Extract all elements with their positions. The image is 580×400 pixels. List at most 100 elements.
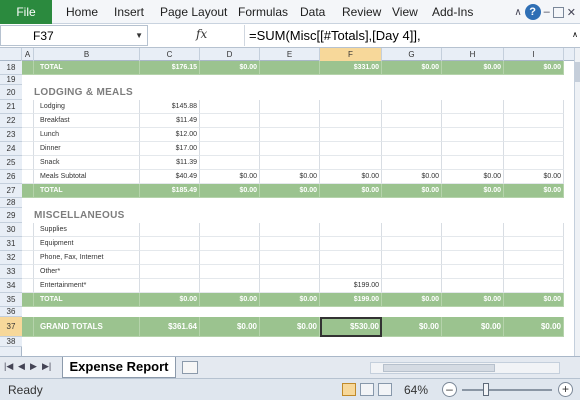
insert-sheet-icon[interactable] [182,361,198,374]
value-cell[interactable]: $0.00 [260,184,320,198]
value-cell[interactable] [442,100,504,114]
value-cell[interactable] [260,251,320,265]
value-cell[interactable]: $40.49 [140,170,200,184]
minimize-icon[interactable]: – [544,6,550,18]
chevron-down-icon[interactable]: ▼ [135,26,143,46]
tab-formulas[interactable]: Formulas [238,0,288,24]
column-header-e[interactable]: E [260,48,320,61]
value-cell[interactable] [320,223,382,237]
column-header-d[interactable]: D [200,48,260,61]
value-cell[interactable]: $199.00 [320,279,382,293]
value-cell[interactable] [200,100,260,114]
row-header-34[interactable]: 34 [0,279,22,293]
zoom-level[interactable]: 64% [404,383,428,397]
value-cell[interactable] [200,114,260,128]
value-cell[interactable]: $0.00 [260,170,320,184]
help-icon[interactable]: ? [524,4,541,20]
zoom-slider[interactable] [462,389,552,391]
zoom-slider-thumb[interactable] [483,383,489,396]
value-cell[interactable]: $331.00 [320,61,382,75]
formula-expand-icon[interactable]: ∧ [572,30,578,39]
value-cell[interactable]: $185.49 [140,184,200,198]
tab-home[interactable]: Home [66,0,98,24]
cell[interactable] [22,156,34,170]
value-cell[interactable]: $0.00 [200,317,260,337]
value-cell[interactable] [140,265,200,279]
row-header-30[interactable]: 30 [0,223,22,237]
value-cell[interactable] [320,237,382,251]
value-cell[interactable] [260,128,320,142]
value-cell[interactable]: $0.00 [320,170,382,184]
value-cell[interactable]: $0.00 [442,61,504,75]
selected-cell-f37[interactable]: $530.00 [320,317,382,337]
value-cell[interactable] [504,223,564,237]
value-cell[interactable] [442,237,504,251]
row-label-cell[interactable]: Lodging [34,100,140,114]
column-header-b[interactable]: B [34,48,140,61]
tab-add-ins[interactable]: Add-Ins [432,0,473,24]
value-cell[interactable]: $0.00 [140,293,200,307]
sheet-tab-expense-report[interactable]: Expense Report [62,357,176,378]
first-sheet-icon[interactable]: |◀ [4,361,13,372]
value-cell[interactable] [320,265,382,279]
value-cell[interactable]: $0.00 [320,184,382,198]
scrollbar-thumb[interactable] [575,62,580,82]
value-cell[interactable] [260,237,320,251]
cell[interactable] [22,237,34,251]
value-cell[interactable] [200,142,260,156]
value-cell[interactable]: $0.00 [260,317,320,337]
prev-sheet-icon[interactable]: ◀ [18,361,25,372]
tab-file[interactable]: File [0,0,52,24]
ribbon-collapse-icon[interactable]: ∧ [514,7,521,18]
value-cell[interactable] [382,114,442,128]
row-label-cell[interactable]: TOTAL [34,184,140,198]
fx-icon[interactable]: fx [196,27,207,41]
value-cell[interactable] [504,279,564,293]
page-break-view-icon[interactable] [378,383,392,396]
column-header-a[interactable]: A [22,48,34,61]
row-header-33[interactable]: 33 [0,265,22,279]
row-header-31[interactable]: 31 [0,237,22,251]
value-cell[interactable] [260,142,320,156]
value-cell[interactable] [140,223,200,237]
normal-view-icon[interactable] [342,383,356,396]
value-cell[interactable] [504,100,564,114]
select-all-corner[interactable] [0,48,22,61]
cell[interactable] [22,142,34,156]
row-header-37[interactable]: 37 [0,317,22,337]
cell[interactable] [22,100,34,114]
value-cell[interactable] [200,251,260,265]
value-cell[interactable]: $0.00 [382,317,442,337]
value-cell[interactable]: $0.00 [382,170,442,184]
value-cell[interactable] [200,156,260,170]
value-cell[interactable] [442,142,504,156]
value-cell[interactable]: $0.00 [382,61,442,75]
value-cell[interactable] [504,114,564,128]
row-header-28[interactable]: 28 [0,198,22,208]
value-cell[interactable] [442,223,504,237]
worksheet-grid[interactable]: TOTAL $176.15 $0.00 $331.00 $0.00 $0.00 $0.00 L… [22,61,574,356]
value-cell[interactable] [140,251,200,265]
value-cell[interactable] [382,279,442,293]
row-header-26[interactable]: 26 [0,170,22,184]
value-cell[interactable] [200,223,260,237]
value-cell[interactable] [504,142,564,156]
row-label-cell[interactable]: Lunch [34,128,140,142]
row-header-20[interactable]: 20 [0,85,22,100]
value-cell[interactable] [442,156,504,170]
column-header-c[interactable]: C [140,48,200,61]
value-cell[interactable] [442,265,504,279]
value-cell[interactable] [320,251,382,265]
value-cell[interactable] [320,100,382,114]
value-cell[interactable] [260,223,320,237]
value-cell[interactable] [320,128,382,142]
row-label-cell[interactable]: TOTAL [34,293,140,307]
value-cell[interactable] [200,237,260,251]
cell[interactable] [22,184,34,198]
value-cell[interactable]: $0.00 [382,184,442,198]
value-cell[interactable]: $361.64 [140,317,200,337]
value-cell[interactable] [140,237,200,251]
column-header-h[interactable]: H [442,48,504,61]
cell[interactable] [22,251,34,265]
value-cell[interactable]: $12.00 [140,128,200,142]
